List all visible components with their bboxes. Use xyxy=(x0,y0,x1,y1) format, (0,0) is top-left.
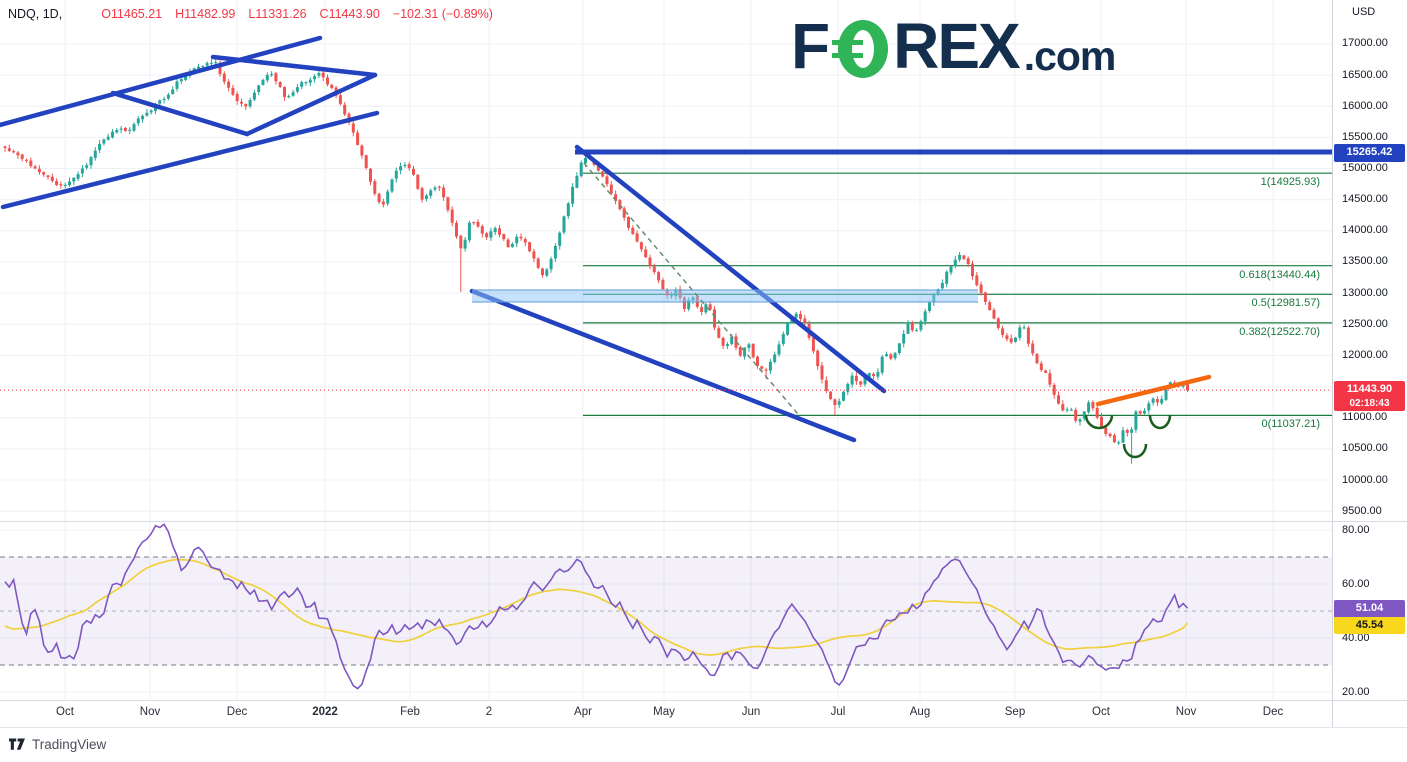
bar-countdown: 02:18:43 xyxy=(1334,398,1405,410)
forex-logo-rex: REX xyxy=(893,16,1019,77)
forex-logo-com: .com xyxy=(1024,36,1116,77)
symbol-title: NDQ, 1D, xyxy=(8,7,62,21)
rsi-value-badge: 51.04 xyxy=(1334,600,1405,618)
trading-chart-window: 17000.0016500.0016000.0015500.0015000.00… xyxy=(0,0,1407,762)
last-price-badge: 11443.90 02:18:43 xyxy=(1334,381,1405,411)
ohlc-close: C11443.90 xyxy=(320,7,380,21)
forex-logo-f: F xyxy=(791,16,828,77)
ohlc-low: L11331.26 xyxy=(248,7,306,21)
ohlc-high: H11482.99 xyxy=(175,7,235,21)
chart-canvas[interactable] xyxy=(0,0,1407,762)
forex-coin-icon xyxy=(832,19,890,79)
rsi-ma-value: 45.54 xyxy=(1334,618,1405,634)
price-and-rsi-chart[interactable] xyxy=(0,0,1407,762)
resistance-price-value: 15265.42 xyxy=(1334,145,1405,161)
tradingview-label: TradingView xyxy=(32,737,106,752)
rsi-value: 51.04 xyxy=(1334,601,1405,617)
symbol-legend[interactable]: NDQ, 1D, O11465.21 H11482.99 L11331.26 C… xyxy=(8,7,493,21)
resistance-price-badge: 15265.42 xyxy=(1334,144,1405,162)
ohlc-change: −102.31 (−0.89%) xyxy=(393,7,493,21)
ohlc-open: O11465.21 xyxy=(101,7,162,21)
forex-logo: F REX .com xyxy=(791,16,1115,77)
tradingview-attribution[interactable]: TradingView xyxy=(9,737,106,752)
rsi-ma-value-badge: 45.54 xyxy=(1334,617,1405,634)
last-price-value: 11443.90 xyxy=(1334,382,1405,398)
axis-currency-label: USD xyxy=(1352,6,1375,18)
tradingview-icon xyxy=(9,737,26,752)
